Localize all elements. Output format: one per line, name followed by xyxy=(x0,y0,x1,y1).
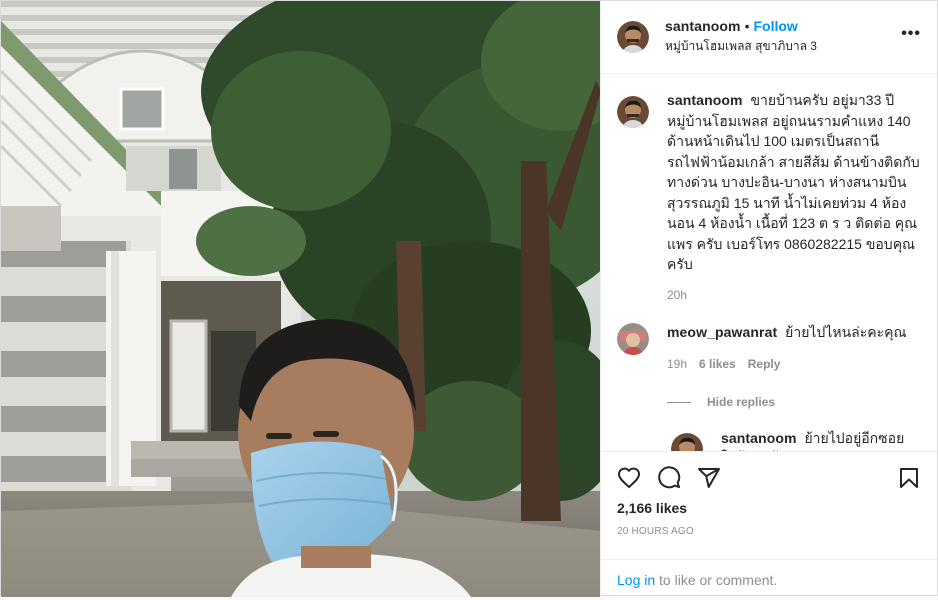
post-timestamp[interactable]: 20 HOURS AGO xyxy=(617,526,921,537)
post-photo[interactable] xyxy=(1,1,601,597)
reply-body: santanoom ย้ายไปอยู่อีกซอยใกล้ๆกันจ้า xyxy=(721,429,921,451)
caption-text: ขายบ้านครับ อยู่มา33 ปี หมู่บ้านโฮมเพลส … xyxy=(667,92,920,272)
comment-icon[interactable] xyxy=(657,458,697,498)
comment-body: meow_pawanrat ย้ายไปไหนล่ะคะคุณ 19h 6 li… xyxy=(667,323,907,373)
caption-avatar[interactable] xyxy=(617,96,649,128)
heart-icon[interactable] xyxy=(617,458,657,498)
comment-username[interactable]: meow_pawanrat xyxy=(667,324,777,340)
bookmark-icon[interactable] xyxy=(881,458,921,498)
comment-likes[interactable]: 6 likes xyxy=(699,355,736,373)
hide-replies-label: Hide replies xyxy=(707,395,776,409)
post-actions-area: 2,166 likes 20 HOURS AGO Log in to like … xyxy=(601,451,937,595)
post-side-panel: santanoom • Follow หมู่บ้านโฮมเพลส สุขาภ… xyxy=(601,1,937,595)
hide-replies-button[interactable]: Hide replies xyxy=(667,395,921,409)
caption: santanoom ขายบ้านครับ อยู่มา33 ปี หมู่บ้… xyxy=(617,90,921,305)
login-suffix: to like or comment. xyxy=(655,572,778,588)
separator-dot: • xyxy=(744,18,750,34)
author-avatar[interactable] xyxy=(617,21,649,53)
comment-time[interactable]: 19h xyxy=(667,355,687,373)
post-location[interactable]: หมู่บ้านโฮมเพลส สุขาภิบาล 3 xyxy=(665,37,817,56)
login-link[interactable]: Log in xyxy=(617,572,655,588)
follow-button[interactable]: Follow xyxy=(753,18,797,34)
paper-plane-icon[interactable] xyxy=(697,458,737,498)
author-username[interactable]: santanoom xyxy=(665,18,741,34)
comments-list[interactable]: santanoom ขายบ้านครับ อยู่มา33 ปี หมู่บ้… xyxy=(601,74,937,451)
post-container: santanoom • Follow หมู่บ้านโฮมเพลส สุขาภ… xyxy=(0,0,938,597)
caption-body: santanoom ขายบ้านครับ อยู่มา33 ปี หมู่บ้… xyxy=(667,90,921,305)
more-options-icon[interactable]: ••• xyxy=(901,26,921,42)
commenter-avatar[interactable] xyxy=(617,323,649,355)
replies-line xyxy=(667,401,691,403)
comment-text: ย้ายไปไหนล่ะคะคุณ xyxy=(785,324,907,340)
caption-time[interactable]: 20h xyxy=(667,285,687,306)
action-bar xyxy=(617,452,921,498)
caption-username[interactable]: santanoom xyxy=(667,92,743,108)
comment-item: meow_pawanrat ย้ายไปไหนล่ะคะคุณ 19h 6 li… xyxy=(617,323,921,373)
post-header: santanoom • Follow หมู่บ้านโฮมเพลส สุขาภ… xyxy=(601,1,937,74)
reply-username[interactable]: santanoom xyxy=(721,430,797,446)
likes-count[interactable]: 2,166 likes xyxy=(617,500,921,516)
reply-avatar[interactable] xyxy=(671,433,703,451)
reply-button[interactable]: Reply xyxy=(748,355,781,373)
reply-item: santanoom ย้ายไปอยู่อีกซอยใกล้ๆกันจ้า xyxy=(671,429,921,451)
login-prompt: Log in to like or comment. xyxy=(601,559,937,600)
